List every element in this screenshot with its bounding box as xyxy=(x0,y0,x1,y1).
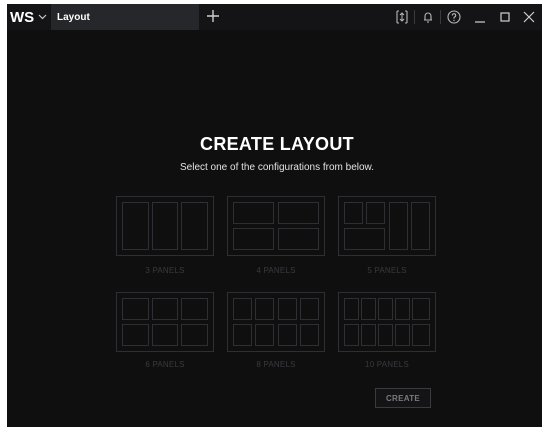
option-label: 6 PANELS xyxy=(145,360,185,369)
add-tab-icon[interactable] xyxy=(203,6,223,26)
minimize-icon[interactable] xyxy=(470,8,490,26)
create-button[interactable]: CREATE xyxy=(375,388,431,408)
page-title: CREATE LAYOUT xyxy=(200,134,354,154)
layout-option-8-panels[interactable]: 8 PANELS xyxy=(227,292,325,374)
bell-icon[interactable] xyxy=(420,9,436,25)
layout-option-4-panels[interactable]: 4 PANELS xyxy=(227,196,325,278)
option-label: 3 PANELS xyxy=(145,266,185,275)
6-panels-preview xyxy=(116,292,214,352)
create-layout-panel: CREATE LAYOUT Select one of the configur… xyxy=(7,30,542,427)
layout-option-5-panels[interactable]: 5 PANELS xyxy=(338,196,436,278)
app-logo: WS xyxy=(10,8,35,26)
10-panels-preview xyxy=(338,292,436,352)
5-panels-preview xyxy=(338,196,436,256)
option-label: 4 PANELS xyxy=(256,266,296,275)
app-window: WS Layout CREATE LAYOUT Select one of th… xyxy=(7,4,542,427)
3-panels-preview xyxy=(116,196,214,256)
toolbar-divider xyxy=(414,10,415,24)
chevron-down-icon xyxy=(38,8,47,26)
layout-option-6-panels[interactable]: 6 PANELS xyxy=(116,292,214,374)
tab-label: Layout xyxy=(57,11,90,23)
title-bar: WS Layout xyxy=(7,4,542,30)
page-subtitle: Select one of the configurations from be… xyxy=(179,162,374,173)
layout-option-3-panels[interactable]: 3 PANELS xyxy=(116,196,214,278)
app-menu[interactable]: WS xyxy=(10,4,47,30)
option-label: 5 PANELS xyxy=(367,266,407,275)
maximize-icon[interactable] xyxy=(495,8,515,26)
4-panels-preview xyxy=(227,196,325,256)
layout-option-10-panels[interactable]: 10 PANELS xyxy=(338,292,436,374)
layout-select-icon[interactable] xyxy=(394,9,410,25)
option-label: 10 PANELS xyxy=(365,360,409,369)
close-icon[interactable] xyxy=(519,8,539,26)
tab-layout[interactable]: Layout xyxy=(51,4,199,30)
option-label: 8 PANELS xyxy=(256,360,296,369)
toolbar-divider xyxy=(440,10,441,24)
help-icon[interactable] xyxy=(446,9,462,25)
8-panels-preview xyxy=(227,292,325,352)
